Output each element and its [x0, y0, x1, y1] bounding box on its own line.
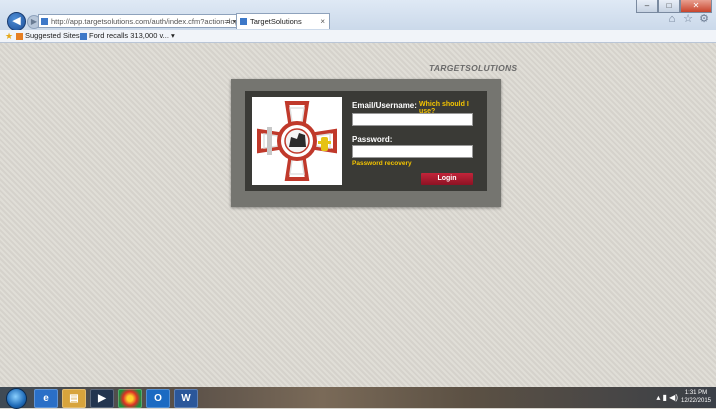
- brand-logo: TARGETSOLUTIONS: [429, 63, 517, 73]
- browser-tab[interactable]: TargetSolutions ×: [236, 13, 330, 29]
- fire-department-logo: [252, 97, 342, 185]
- minimize-button[interactable]: –: [636, 0, 658, 13]
- word-icon[interactable]: W: [174, 389, 198, 408]
- favorites-star-icon[interactable]: ★: [5, 30, 13, 42]
- brand-text: TARGETSOLUTIONS: [429, 63, 518, 73]
- window-controls: – □ ✕: [636, 0, 712, 13]
- login-panel: Email/Username: Which should I use? Pass…: [245, 91, 487, 191]
- chrome-icon[interactable]: [118, 389, 142, 408]
- password-recovery-link[interactable]: Password recovery: [352, 160, 412, 167]
- password-label: Password:: [352, 135, 393, 144]
- address-url: http://app.targetsolutions.com/auth/inde…: [51, 17, 247, 26]
- suggested-sites-icon: [16, 32, 23, 40]
- settings-gear-icon[interactable]: ⚙: [698, 13, 710, 25]
- page-icon: [41, 18, 48, 25]
- page-icon: [80, 32, 87, 40]
- tab-page-icon: [240, 18, 247, 25]
- outlook-icon[interactable]: O: [146, 389, 170, 408]
- email-label: Email/Username:: [352, 101, 417, 110]
- favorites-star-icon[interactable]: ☆: [682, 13, 694, 25]
- ie-icon[interactable]: e: [34, 389, 58, 408]
- windows-taskbar: e ▤ ▶ O W ▴ ▮ ◀) 1:31 PM 12/22/2015: [0, 387, 716, 409]
- home-icon[interactable]: ⌂: [666, 13, 678, 25]
- browser-toolbar-icons: ⌂ ☆ ⚙: [666, 13, 710, 25]
- password-input[interactable]: [352, 145, 473, 158]
- favorites-bar: ★ Suggested Sites ▾ Ford recalls 313,000…: [0, 30, 716, 43]
- media-icon[interactable]: ▶: [90, 389, 114, 408]
- favorite-label: Suggested Sites ▾: [25, 31, 86, 40]
- email-username-input[interactable]: [352, 113, 473, 126]
- clock-date: 12/22/2015: [680, 398, 712, 404]
- tab-title: TargetSolutions: [250, 17, 302, 26]
- favorite-label: Ford recalls 313,000 v... ▾: [89, 31, 175, 40]
- favorite-ford-recalls[interactable]: Ford recalls 313,000 v... ▾: [80, 30, 175, 42]
- maximize-button[interactable]: □: [658, 0, 680, 13]
- start-button[interactable]: [6, 388, 27, 409]
- back-button[interactable]: ◀: [7, 12, 26, 31]
- favorite-suggested-sites[interactable]: Suggested Sites ▾: [16, 30, 85, 42]
- address-bar[interactable]: http://app.targetsolutions.com/auth/inde…: [38, 14, 248, 28]
- close-window-button[interactable]: ✕: [680, 0, 712, 13]
- clock[interactable]: 1:31 PM 12/22/2015: [680, 389, 712, 405]
- maltese-cross-emblem: [257, 101, 337, 181]
- tab-close-icon[interactable]: ×: [320, 14, 325, 29]
- browser-titlebar: – □ ✕ ◀ ▶ http://app.targetsolutions.com…: [0, 0, 716, 31]
- clock-time: 1:31 PM: [684, 390, 708, 396]
- login-card: Email/Username: Which should I use? Pass…: [231, 79, 501, 207]
- login-button[interactable]: Login: [421, 173, 473, 185]
- explorer-icon[interactable]: ▤: [62, 389, 86, 408]
- tray-icons[interactable]: ▴ ▮ ◀): [656, 393, 678, 402]
- page-content: TARGETSOLUTIONS Email/Username: Which sh…: [0, 43, 716, 387]
